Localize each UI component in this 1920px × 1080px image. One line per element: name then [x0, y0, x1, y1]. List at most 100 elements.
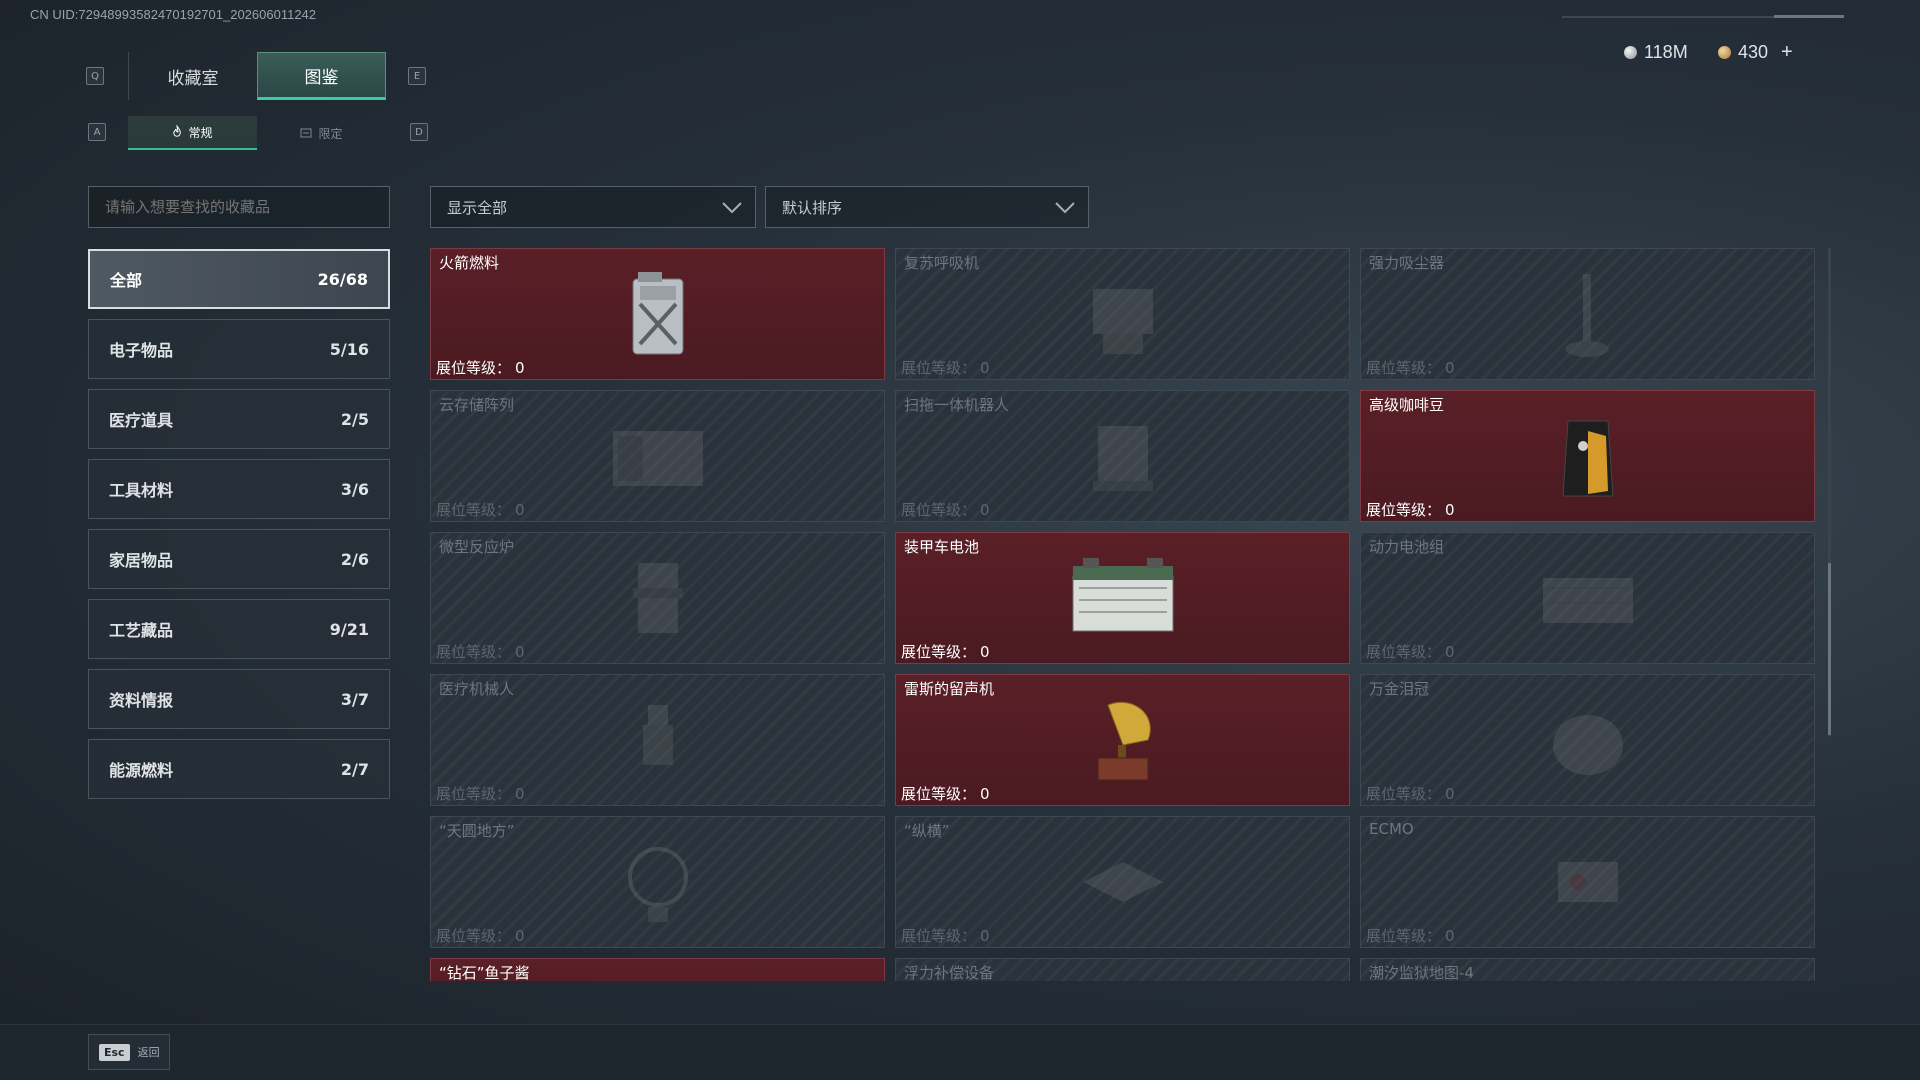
- booth-level-label: 展位等级：: [436, 359, 512, 377]
- category-energy[interactable]: 能源燃料 2/7: [88, 739, 390, 799]
- subtab-limited[interactable]: 限定: [257, 116, 386, 150]
- booth-level-value: 0: [1445, 359, 1455, 377]
- category-medical[interactable]: 医疗道具 2/5: [88, 389, 390, 449]
- booth-level-value: 0: [515, 359, 525, 377]
- collectible-name: 高级咖啡豆: [1369, 396, 1445, 414]
- collectible-name: 强力吸尘器: [1369, 254, 1445, 272]
- category-list: 全部 26/68 电子物品 5/16 医疗道具 2/5 工具材料 3/6 家居物品 2/6…: [88, 249, 390, 809]
- bottom-bar: [0, 1024, 1920, 1080]
- vacuum-cleaner-icon: [1564, 274, 1609, 357]
- booth-level: 展位等级： 0: [901, 783, 990, 804]
- show-filter-label: 显示全部: [447, 198, 508, 217]
- caviar-icon: [598, 974, 718, 981]
- booth-level-value: 0: [515, 501, 525, 519]
- collectible-name: 装甲车电池: [904, 538, 980, 556]
- globe-icon: [627, 847, 688, 922]
- collectible-card[interactable]: 复苏呼吸机 展位等级： 0: [895, 248, 1350, 380]
- booth-level-value: 0: [980, 785, 990, 803]
- booth-level-label: 展位等级：: [436, 927, 512, 945]
- booth-level-value: 0: [980, 359, 990, 377]
- search-input[interactable]: [88, 186, 390, 228]
- collectible-card[interactable]: “纵横” 展位等级： 0: [895, 816, 1350, 948]
- show-filter-dropdown[interactable]: 显示全部: [430, 186, 756, 228]
- collectible-card[interactable]: 云存储阵列展位等级： 0: [430, 390, 885, 522]
- collectible-card[interactable]: 装甲车电池 展位等级： 0: [895, 532, 1350, 664]
- booth-level: 展位等级： 0: [901, 357, 990, 378]
- item-grid: 火箭燃料 展位等级： 0 复苏呼吸机 展位等级： 0 强力吸尘器 展位等级： 0 云存储阵列 展位等…: [430, 248, 1818, 981]
- collectible-card[interactable]: 浮力补偿设备展位等级：0: [895, 958, 1350, 981]
- collectible-card[interactable]: ECMO 展位等级： 0: [1360, 816, 1815, 948]
- category-intel[interactable]: 资料情报 3/7: [88, 669, 390, 729]
- booth-level: 展位等级： 0: [436, 499, 525, 520]
- collectible-card[interactable]: 动力电池组展位等级： 0: [1360, 532, 1815, 664]
- collectible-card[interactable]: 万金泪冠 展位等级： 0: [1360, 674, 1815, 806]
- collectible-card[interactable]: “天圆地方” 展位等级： 0: [430, 816, 885, 948]
- add-currency-button[interactable]: +: [1781, 41, 1793, 64]
- gold-currency: 430 +: [1718, 40, 1793, 64]
- next-tab-key[interactable]: E: [408, 67, 426, 85]
- booth-level: 展位等级： 0: [436, 783, 525, 804]
- booth-level: 展位等级： 0: [1366, 783, 1455, 804]
- subtab-regular-label: 常规: [188, 125, 213, 140]
- ecmo-icon: [1557, 862, 1618, 902]
- collectible-name: 雷斯的留声机: [904, 680, 995, 698]
- chevron-down-icon: [722, 202, 742, 214]
- category-electronics[interactable]: 电子物品 5/16: [88, 319, 390, 379]
- silver-coin-icon: [1624, 45, 1637, 59]
- tab-catalog[interactable]: 图鉴: [257, 52, 386, 100]
- prev-subtab-key[interactable]: A: [88, 123, 106, 141]
- booth-level-label: 展位等级：: [901, 501, 977, 519]
- collectible-card[interactable]: 火箭燃料 展位等级： 0: [430, 248, 885, 380]
- booth-level-label: 展位等级：: [1366, 501, 1442, 519]
- booth-level-label: 展位等级：: [901, 927, 977, 945]
- collectible-card[interactable]: 强力吸尘器展位等级： 0: [1360, 248, 1815, 380]
- chessboard-icon: [1082, 862, 1163, 902]
- booth-level: 展位等级： 0: [1366, 925, 1455, 946]
- category-household[interactable]: 家居物品 2/6: [88, 529, 390, 589]
- booth-level-value: 0: [1445, 501, 1455, 519]
- collectible-name: 云存储阵列: [439, 396, 515, 414]
- grid-scrollbar[interactable]: [1828, 248, 1831, 736]
- booth-level-value: 0: [1445, 643, 1455, 661]
- collectible-card[interactable]: “钻石”鱼子酱展位等级：0: [430, 958, 885, 981]
- sort-dropdown[interactable]: 默认排序: [765, 186, 1089, 228]
- collectible-name: 动力电池组: [1369, 538, 1445, 556]
- back-button[interactable]: Esc 返回: [88, 1034, 170, 1070]
- booth-level-label: 展位等级：: [901, 785, 977, 803]
- prev-tab-key[interactable]: Q: [86, 67, 104, 85]
- collectible-name: 浮力补偿设备: [904, 964, 995, 981]
- gold-value: 430: [1738, 41, 1769, 62]
- collectible-card[interactable]: 雷斯的留声机 展位等级： 0: [895, 674, 1350, 806]
- silver-value: 118M: [1644, 41, 1688, 62]
- booth-level-value: 0: [1445, 785, 1455, 803]
- ventilator-icon: [1092, 289, 1153, 354]
- silver-currency: 118M: [1624, 40, 1688, 64]
- robot-mop-icon: [1092, 426, 1153, 491]
- category-crafts[interactable]: 工艺藏品 9/21: [88, 599, 390, 659]
- booth-level: 展位等级： 0: [1366, 357, 1455, 378]
- scrollbar-thumb[interactable]: [1828, 563, 1831, 735]
- booth-level: 展位等级： 0: [436, 641, 525, 662]
- collectible-name: “天圆地方”: [439, 822, 515, 840]
- category-tools[interactable]: 工具材料 3/6: [88, 459, 390, 519]
- back-label: 返回: [137, 1046, 160, 1059]
- booth-level-label: 展位等级：: [436, 501, 512, 519]
- booth-level-label: 展位等级：: [436, 643, 512, 661]
- storage-array-icon: [612, 431, 703, 486]
- booth-level-label: 展位等级：: [1366, 643, 1442, 661]
- battery-pack-icon: [1542, 578, 1633, 623]
- top-progress-line: [1562, 15, 1844, 18]
- collectible-name: 医疗机械人: [439, 680, 515, 698]
- next-subtab-key[interactable]: D: [410, 123, 428, 141]
- crown-icon: [1552, 715, 1623, 775]
- gramophone-icon: [1097, 701, 1151, 781]
- map-icon: [1528, 974, 1648, 981]
- collectible-card[interactable]: 微型反应炉 展位等级： 0: [430, 532, 885, 664]
- collectible-card[interactable]: 扫拖一体机器人 展位等级： 0: [895, 390, 1350, 522]
- collectible-card[interactable]: 医疗机械人展位等级： 0: [430, 674, 885, 806]
- tab-collection-room[interactable]: 收藏室: [128, 52, 257, 100]
- collectible-card[interactable]: 潮汐监狱地图-4展位等级：0: [1360, 958, 1815, 981]
- collectible-card[interactable]: 高级咖啡豆展位等级： 0: [1360, 390, 1815, 522]
- subtab-regular[interactable]: 常规: [128, 116, 257, 150]
- category-all[interactable]: 全部 26/68: [88, 249, 390, 309]
